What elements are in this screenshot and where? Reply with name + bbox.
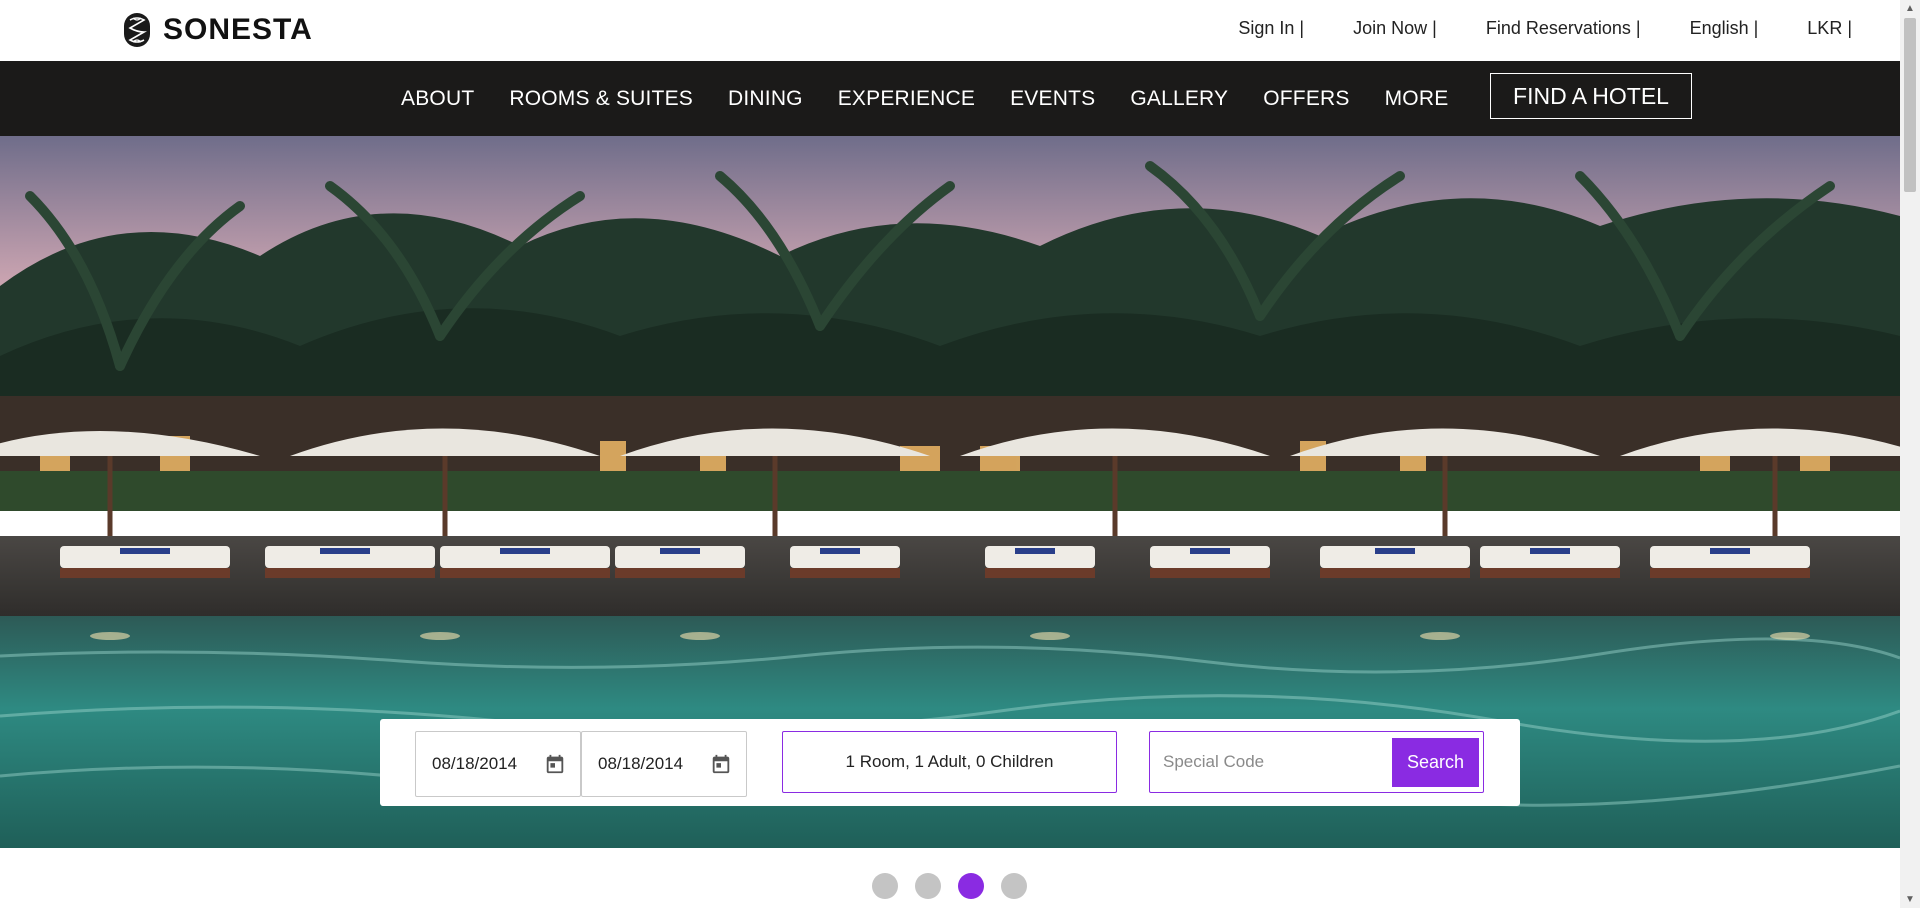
main-nav-items: ABOUT ROOMS & SUITES DINING EXPERIENCE E…	[401, 61, 1483, 136]
carousel-dots	[872, 873, 1044, 899]
check-out-date-field[interactable]: 08/18/2014	[581, 731, 747, 797]
carousel-dot-1[interactable]	[872, 873, 898, 899]
special-code-group: Search	[1149, 731, 1484, 793]
sonesta-logo-icon	[124, 13, 150, 47]
calendar-icon[interactable]	[544, 753, 566, 775]
utility-links: Sign In | Join Now | Find Reservations |…	[1189, 18, 1852, 39]
scroll-thumb[interactable]	[1904, 18, 1916, 192]
page-scrollbar[interactable]: ▲ ▼	[1900, 0, 1920, 908]
nav-more[interactable]: MORE	[1385, 87, 1449, 111]
language-selector[interactable]: English |	[1690, 18, 1759, 39]
check-out-date-value: 08/18/2014	[598, 754, 684, 773]
nav-about[interactable]: ABOUT	[401, 87, 474, 111]
nav-experience[interactable]: EXPERIENCE	[838, 87, 975, 111]
find-reservations-link[interactable]: Find Reservations |	[1486, 18, 1641, 39]
booking-widget: 08/18/2014 08/18/2014 1 Room, 1 Adult, 0…	[380, 719, 1520, 806]
sign-in-link[interactable]: Sign In |	[1238, 18, 1304, 39]
find-a-hotel-button[interactable]: FIND A HOTEL	[1490, 73, 1692, 119]
scroll-up-arrow-icon[interactable]: ▲	[1900, 0, 1920, 17]
carousel-dot-2[interactable]	[915, 873, 941, 899]
currency-selector[interactable]: LKR |	[1807, 18, 1852, 39]
scroll-down-arrow-icon[interactable]: ▼	[1900, 891, 1920, 908]
carousel-dot-4[interactable]	[1001, 873, 1027, 899]
nav-rooms-suites[interactable]: ROOMS & SUITES	[509, 87, 693, 111]
nav-offers[interactable]: OFFERS	[1263, 87, 1349, 111]
nav-events[interactable]: EVENTS	[1010, 87, 1095, 111]
main-navigation: ABOUT ROOMS & SUITES DINING EXPERIENCE E…	[0, 61, 1900, 136]
special-code-input[interactable]	[1150, 732, 1380, 792]
calendar-icon[interactable]	[710, 753, 732, 775]
carousel-dot-3-active[interactable]	[958, 873, 984, 899]
check-in-date-field[interactable]: 08/18/2014	[415, 731, 581, 797]
search-button[interactable]: Search	[1392, 738, 1479, 787]
nav-gallery[interactable]: GALLERY	[1130, 87, 1228, 111]
brand-logo[interactable]: SONESTA	[123, 12, 313, 48]
rooms-guests-selector[interactable]: 1 Room, 1 Adult, 0 Children	[782, 731, 1117, 793]
top-utility-bar: SONESTA Sign In | Join Now | Find Reserv…	[0, 0, 1900, 61]
check-in-date-value: 08/18/2014	[432, 754, 518, 773]
brand-name: SONESTA	[163, 13, 313, 46]
nav-dining[interactable]: DINING	[728, 87, 803, 111]
join-now-link[interactable]: Join Now |	[1353, 18, 1437, 39]
